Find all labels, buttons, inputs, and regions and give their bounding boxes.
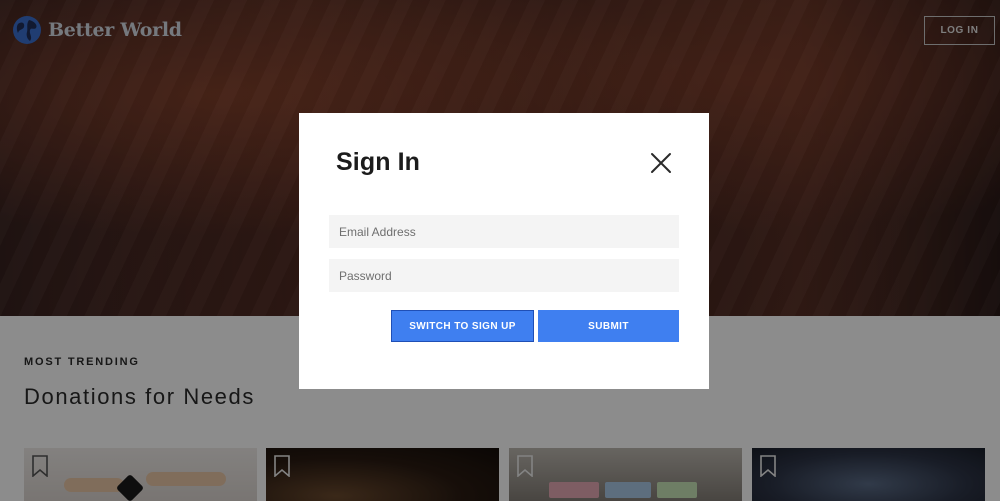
dialog-title: Sign In [336,148,421,176]
close-icon[interactable] [649,151,673,175]
submit-button[interactable]: SUBMIT [538,310,679,342]
sign-in-dialog: Sign In SWITCH TO SIGN UP SUBMIT [299,113,709,389]
email-field[interactable] [329,215,679,248]
password-field[interactable] [329,259,679,292]
switch-to-sign-up-button[interactable]: SWITCH TO SIGN UP [391,310,534,342]
